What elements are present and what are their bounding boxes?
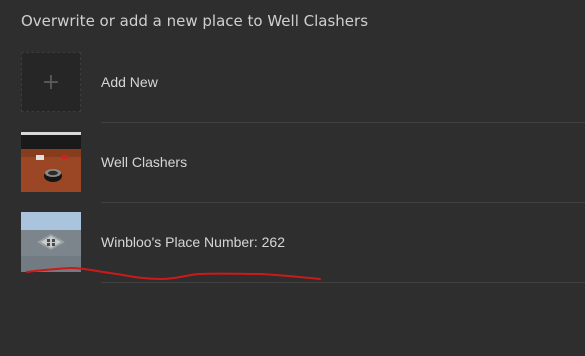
dialog-title: Overwrite or add a new place to Well Cla… [21,12,369,30]
plus-icon: + [41,69,61,95]
well-clashers-thumbnail [21,132,81,192]
divider [101,122,585,123]
well-clashers-label: Well Clashers [101,154,188,170]
add-new-place-item[interactable]: + Add New [21,52,585,112]
place-item-winbloos-place[interactable]: Winbloo's Place Number: 262 [21,212,585,272]
divider [101,202,585,203]
place-picker-dialog: Overwrite or add a new place to Well Cla… [0,0,585,356]
winbloos-place-thumbnail [21,212,81,272]
add-new-label: Add New [101,74,158,90]
winbloos-place-label: Winbloo's Place Number: 262 [101,234,285,250]
place-item-well-clashers[interactable]: Well Clashers [21,132,585,192]
add-new-thumbnail: + [21,52,81,112]
divider [101,282,585,283]
